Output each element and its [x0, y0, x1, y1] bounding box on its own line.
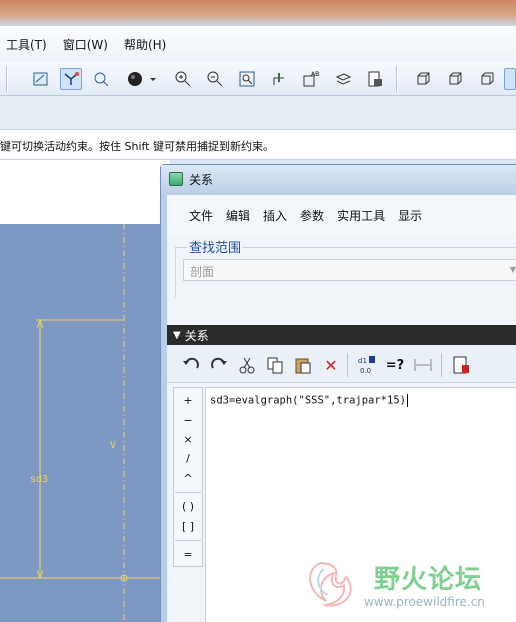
palette-divider: [175, 492, 201, 493]
dialog-menu-edit[interactable]: 编辑: [226, 207, 250, 224]
menu-window[interactable]: 窗口(W): [63, 36, 108, 53]
dialog-menu-show[interactable]: 显示: [398, 207, 422, 224]
main-toolbar: AB: [0, 62, 516, 96]
look-in-group: 查找范围 剖面 ▼: [175, 237, 516, 297]
dialog-menu-parameters[interactable]: 参数: [300, 207, 324, 224]
svg-text:0.0: 0.0: [360, 367, 371, 375]
shading-icon[interactable]: [124, 68, 146, 90]
reorient-icon[interactable]: [268, 68, 290, 90]
toolbar-separator: [6, 66, 8, 92]
toolbar-separator: [441, 353, 442, 377]
secondary-toolbar: [0, 96, 516, 130]
equals-operator-button[interactable]: =: [174, 548, 202, 561]
vertical-constraint-label: V: [110, 440, 117, 451]
status-message: 键可切换活动约束。按住 Shift 键可禁用捕捉到新约束。: [0, 140, 274, 153]
no-hidden-icon[interactable]: [476, 68, 498, 90]
relation-line: sd3=evalgraph("SSS",trajpar*15): [210, 394, 406, 407]
redo-icon[interactable]: [207, 353, 231, 377]
forum-watermark: 野火论坛 www.proewildfire.cn: [300, 555, 516, 615]
relations-section-header[interactable]: ▼ 关系: [167, 325, 516, 345]
dialog-menu-file[interactable]: 文件: [189, 207, 213, 224]
vertex-display-icon[interactable]: [90, 68, 112, 90]
dialog-menu-utilities[interactable]: 实用工具: [337, 207, 385, 224]
zoom-out-icon[interactable]: [204, 68, 226, 90]
relations-text[interactable]: sd3=evalgraph("SSS",trajpar*15): [210, 394, 408, 407]
view-manager-icon[interactable]: [364, 68, 386, 90]
plus-operator-button[interactable]: +: [174, 394, 202, 407]
toolbar-separator: [347, 353, 348, 377]
relations-dialog: 关系 文件 编辑 插入 参数 实用工具 显示 查找范围 剖面 ▼ ▼ 关系 ✕ …: [160, 164, 516, 622]
menu-help[interactable]: 帮助(H): [124, 36, 166, 53]
text-caret: [406, 394, 408, 407]
relations-section-label: 关系: [184, 328, 209, 343]
dialog-menu-insert[interactable]: 插入: [263, 207, 287, 224]
palette-divider: [175, 540, 201, 541]
minus-operator-button[interactable]: −: [174, 414, 202, 427]
chevron-down-icon: ▼: [509, 265, 516, 274]
sketch-display-icon[interactable]: [30, 68, 52, 90]
hidden-line-icon[interactable]: [444, 68, 466, 90]
look-in-select[interactable]: 剖面 ▼: [183, 259, 516, 281]
refit-icon[interactable]: [236, 68, 258, 90]
message-area: 键可切换活动约束。按住 Shift 键可禁用捕捉到新约束。: [0, 130, 516, 160]
menu-tools[interactable]: 工具(T): [6, 36, 47, 53]
wireframe-icon[interactable]: [412, 68, 434, 90]
look-in-value: 剖面: [190, 265, 215, 279]
undo-icon[interactable]: [179, 353, 203, 377]
layers-icon[interactable]: [332, 68, 354, 90]
zoom-in-icon[interactable]: [172, 68, 194, 90]
operator-palette: + − × / ^ ( ) [ ] =: [173, 387, 203, 567]
shading-dropdown-icon[interactable]: [148, 68, 158, 90]
constraint-display-icon[interactable]: [60, 68, 82, 90]
window-title-bar: [0, 0, 516, 26]
collapse-triangle-icon: ▼: [173, 329, 181, 341]
parentheses-operator-button[interactable]: ( ): [174, 500, 202, 513]
watermark-title: 野火论坛: [374, 565, 483, 595]
saved-views-icon[interactable]: AB: [300, 68, 322, 90]
power-operator-button[interactable]: ^: [174, 472, 202, 485]
paste-icon[interactable]: [291, 353, 315, 377]
copy-icon[interactable]: [263, 353, 287, 377]
look-in-label: 查找范围: [187, 237, 244, 256]
svg-text:d1: d1: [358, 357, 367, 365]
dimension-sd3[interactable]: sd3: [30, 474, 48, 485]
flame-logo-icon: [309, 561, 352, 607]
model-tree-panel: [0, 160, 170, 224]
evaluate-selected-icon[interactable]: d1 0.0: [355, 353, 379, 377]
dialog-menu-bar: 文件 编辑 插入 参数 实用工具 显示: [167, 195, 516, 235]
verify-relations-icon[interactable]: =?: [383, 353, 407, 377]
show-dimension-icon[interactable]: [411, 353, 435, 377]
graphics-window[interactable]: sd3 V: [0, 224, 170, 622]
main-menu-bar: 工具(T) 窗口(W) 帮助(H): [0, 26, 516, 62]
dialog-title: 关系: [189, 172, 214, 187]
relations-app-icon: [169, 172, 183, 186]
divide-operator-button[interactable]: /: [174, 452, 202, 465]
brackets-operator-button[interactable]: [ ]: [174, 520, 202, 533]
sketch-geometry: [0, 224, 170, 622]
toolbar-separator: [396, 66, 398, 92]
lock-relations-icon[interactable]: [449, 353, 473, 377]
delete-icon[interactable]: ✕: [319, 353, 343, 377]
svg-text:AB: AB: [311, 71, 319, 78]
dialog-title-bar[interactable]: 关系: [161, 165, 516, 193]
cut-icon[interactable]: [235, 353, 259, 377]
shaded-mode-icon[interactable]: [504, 68, 516, 90]
multiply-operator-button[interactable]: ×: [174, 433, 202, 446]
relations-toolbar: ✕ d1 0.0 =?: [167, 345, 516, 383]
watermark-url: www.proewildfire.cn: [364, 595, 485, 609]
